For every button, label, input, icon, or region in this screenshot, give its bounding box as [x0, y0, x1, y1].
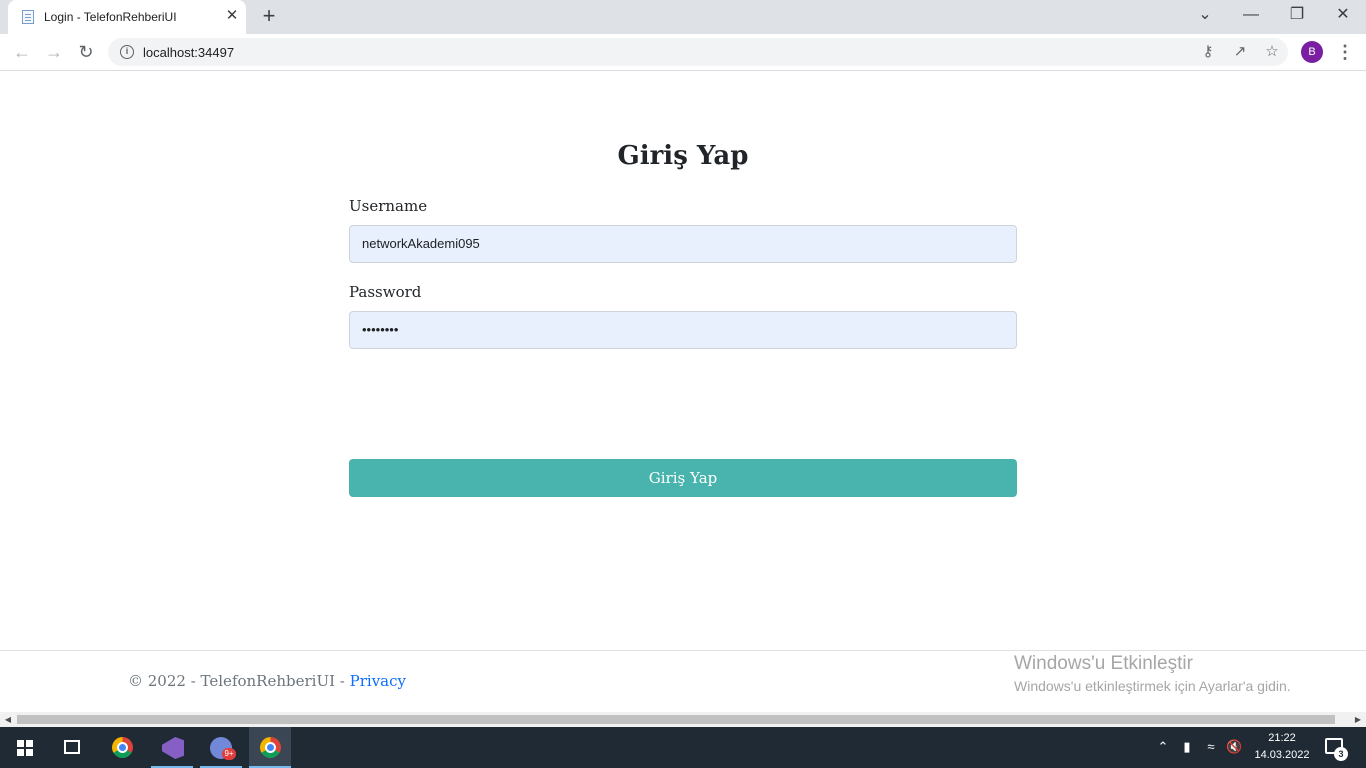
battery-icon[interactable]: ▮ — [1179, 739, 1195, 755]
key-icon[interactable]: ⚷ — [1198, 42, 1218, 62]
new-tab-button[interactable]: + — [258, 5, 280, 28]
discord-badge: 9+ — [222, 748, 236, 760]
username-input[interactable]: networkAkademi095 — [349, 225, 1017, 263]
close-window-button[interactable]: ✕ — [1331, 4, 1355, 28]
footer: © 2022 - TelefonRehberiUI - Privacy Wind… — [0, 650, 1366, 712]
chrome-icon — [260, 737, 281, 758]
profile-avatar[interactable]: B — [1301, 41, 1323, 63]
windows-logo-icon — [17, 740, 33, 756]
footer-copyright: © 2022 - TelefonRehberiUI - Privacy — [128, 672, 406, 690]
address-bar[interactable]: i localhost:34497 ⚷ ↗ ☆ — [108, 38, 1288, 66]
tab-search-icon[interactable]: ⌄ — [1193, 4, 1217, 28]
notification-count: 3 — [1334, 747, 1348, 761]
browser-tab[interactable]: Login - TelefonRehberiUI ✕ — [8, 0, 246, 34]
tray-overflow-chevron-icon[interactable]: ⌃ — [1155, 739, 1171, 755]
taskbar-discord[interactable]: 9+ — [200, 727, 242, 768]
wifi-icon[interactable]: ≈ — [1203, 739, 1219, 755]
reload-icon[interactable]: ↻ — [74, 40, 98, 64]
activation-watermark-title: Windows'u Etkinleştir — [1014, 653, 1193, 674]
visual-studio-icon — [162, 737, 184, 759]
volume-muted-icon[interactable]: 🔇 — [1226, 739, 1242, 755]
windows-taskbar: 9+ ⌃ ▮ ≈ 🔇 21:22 14.03.2022 3 — [0, 727, 1366, 768]
taskbar-visual-studio[interactable] — [151, 727, 193, 768]
star-icon[interactable]: ☆ — [1262, 42, 1282, 62]
minimize-button[interactable]: — — [1239, 4, 1263, 28]
chrome-icon — [112, 737, 133, 758]
taskbar-chrome-active[interactable] — [249, 727, 291, 768]
clock-time[interactable]: 21:22 — [1262, 732, 1302, 744]
scrollbar-thumb[interactable] — [17, 715, 1335, 724]
clock-date[interactable]: 14.03.2022 — [1252, 749, 1312, 761]
login-submit-button[interactable]: Giriş Yap — [349, 459, 1017, 497]
tab-close-icon[interactable]: ✕ — [224, 8, 240, 24]
forward-arrow-icon[interactable]: → — [42, 40, 66, 64]
kebab-menu-icon[interactable]: ⋮ — [1336, 41, 1354, 63]
windows-start-button[interactable] — [2, 727, 44, 768]
back-arrow-icon[interactable]: ← — [10, 40, 34, 64]
browser-toolbar: ← → ↻ i localhost:34497 ⚷ ↗ ☆ B ⋮ — [0, 34, 1366, 71]
restore-button[interactable]: ❐ — [1285, 4, 1309, 28]
share-icon[interactable]: ↗ — [1230, 42, 1250, 62]
horizontal-scrollbar[interactable]: ◀ ▶ — [0, 712, 1366, 727]
browser-tab-strip: Login - TelefonRehberiUI ✕ + ⌄ — ❐ ✕ — [0, 0, 1366, 34]
privacy-link[interactable]: Privacy — [350, 672, 406, 690]
page-favicon-icon — [22, 10, 34, 24]
scroll-right-icon[interactable]: ▶ — [1352, 714, 1364, 725]
task-view-button[interactable] — [50, 727, 92, 768]
page-title: Giriş Yap — [617, 141, 749, 171]
activation-watermark-subtitle: Windows'u etkinleştirmek için Ayarlar'a … — [1014, 678, 1291, 694]
username-label: Username — [349, 197, 428, 215]
taskbar-chrome[interactable] — [101, 727, 143, 768]
copyright-text: © 2022 - TelefonRehberiUI - — [128, 672, 350, 690]
password-input[interactable]: •••••••• — [349, 311, 1017, 349]
scroll-left-icon[interactable]: ◀ — [2, 714, 14, 725]
tab-title: Login - TelefonRehberiUI — [44, 10, 177, 24]
site-info-icon[interactable]: i — [120, 45, 134, 59]
task-view-icon — [64, 740, 80, 754]
page-content: Giriş Yap Username networkAkademi095 Pas… — [0, 71, 1366, 712]
url-text[interactable]: localhost:34497 — [143, 45, 234, 60]
password-label: Password — [349, 283, 422, 301]
